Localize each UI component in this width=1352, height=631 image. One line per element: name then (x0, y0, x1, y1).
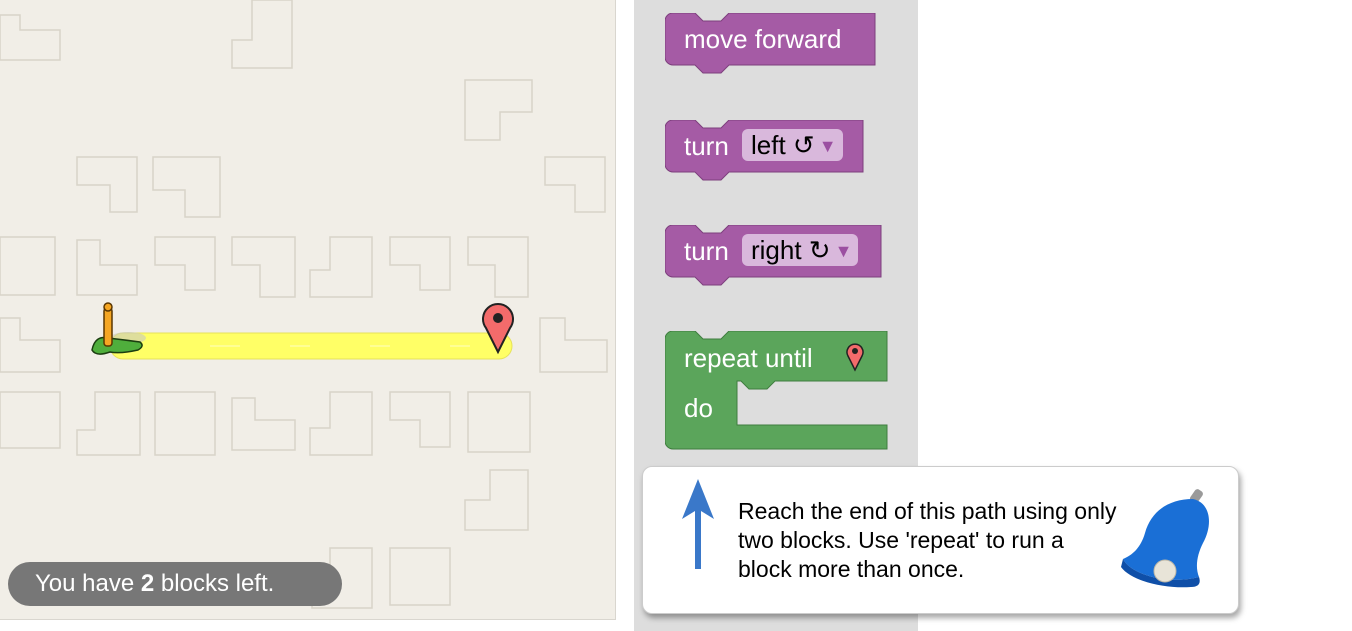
turn-label: turn (684, 131, 729, 161)
blocks-left-count: 2 (140, 570, 155, 597)
arrow-up-icon (682, 479, 714, 569)
do-label: do (684, 393, 713, 423)
goal-pin-icon (846, 343, 864, 372)
hint-bubble: Reach the end of this path using only tw… (642, 466, 1239, 614)
repeat-until-label: repeat until (684, 343, 813, 373)
maze-wall-tiles (0, 0, 608, 609)
blocks-left-status: You have 2 blocks left. (8, 562, 342, 606)
maze-background (0, 0, 608, 609)
maze-area: You have 2 blocks left. (0, 0, 616, 620)
triangle-down-icon: ▼ (834, 241, 853, 261)
pegman-marker-icon (91, 302, 146, 355)
direction-dropdown-right[interactable]: right ↻ ▼ (742, 234, 859, 266)
hint-text: Reach the end of this path using only tw… (738, 498, 1117, 582)
bell-icon[interactable] (1119, 485, 1219, 591)
turn-label: turn (684, 236, 729, 266)
move-forward-block[interactable]: move forward (665, 13, 879, 75)
repeat-until-block[interactable]: repeat until do (665, 331, 891, 453)
triangle-down-icon: ▼ (818, 136, 837, 156)
turn-left-block[interactable]: turn left ↺ ▼ (665, 120, 867, 182)
turn-right-block[interactable]: turn right ↻ ▼ (665, 225, 885, 287)
direction-dropdown-left[interactable]: left ↺ ▼ (742, 129, 843, 161)
move-forward-label: move forward (684, 24, 842, 54)
